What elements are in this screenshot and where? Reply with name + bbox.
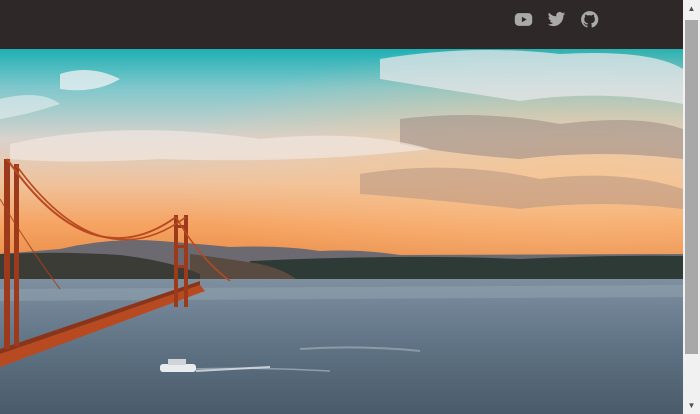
golden-gate-bridge-photo	[0, 49, 683, 414]
youtube-link[interactable]	[514, 10, 533, 29]
scroll-up-arrow[interactable]: ▲	[683, 0, 700, 17]
scrollbar-thumb[interactable]	[685, 20, 698, 354]
twitter-link[interactable]	[547, 10, 566, 29]
youtube-icon	[514, 13, 533, 26]
github-icon	[581, 11, 599, 28]
github-link[interactable]	[580, 10, 599, 29]
scroll-down-arrow[interactable]: ▼	[683, 397, 700, 414]
twitter-icon	[547, 11, 566, 27]
scrollbar[interactable]: ▲ ▼	[683, 0, 700, 414]
navbar	[0, 0, 683, 49]
hero-image	[0, 49, 683, 414]
social-links	[514, 10, 599, 29]
